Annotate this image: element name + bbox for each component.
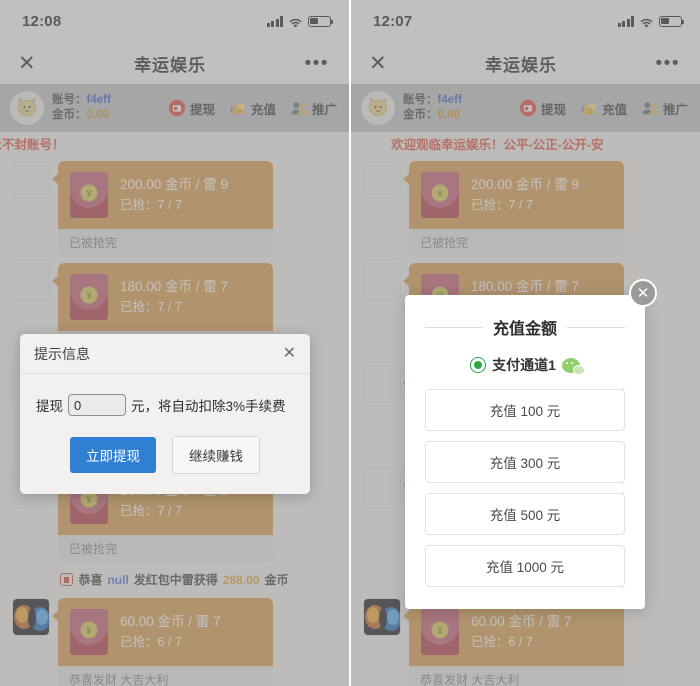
payment-channel-label: 支付通道1	[492, 357, 556, 373]
close-icon[interactable]: ✕	[283, 345, 296, 362]
withdraw-suffix-label: 元，将自动扣除3%手续费	[131, 399, 286, 414]
recharge-option-500[interactable]: 充值 500 元	[425, 493, 625, 535]
recharge-option-300[interactable]: 充值 300 元	[425, 441, 625, 483]
keep-earning-button[interactable]: 继续赚钱	[172, 436, 260, 474]
divider-right	[567, 326, 626, 328]
recharge-option-100[interactable]: 充值 100 元	[425, 389, 625, 431]
withdraw-prefix-label: 提现	[36, 399, 63, 414]
divider-left	[425, 326, 483, 328]
wechat-icon	[561, 357, 585, 375]
confirm-withdraw-button[interactable]: 立即提现	[70, 437, 156, 473]
dialog-header: 提示信息 ✕	[20, 334, 310, 374]
withdraw-amount-input[interactable]	[68, 394, 126, 416]
recharge-modal-header: 充值金额	[425, 315, 626, 339]
close-icon[interactable]: ✕	[629, 279, 657, 307]
dual-screenshot-stage: 12:08 ✕ 幸运娱乐 •••	[0, 0, 700, 686]
recharge-modal-title: 充值金额	[493, 321, 558, 338]
dialog-actions: 立即提现 继续赚钱	[20, 422, 310, 494]
dialog-body: 提现 元，将自动扣除3%手续费	[20, 374, 310, 422]
dialog-title: 提示信息	[34, 345, 90, 362]
payment-channel-option[interactable]: 支付通道1	[425, 355, 625, 375]
radio-selected-icon[interactable]	[470, 357, 487, 373]
withdraw-dialog: 提示信息 ✕ 提现 元，将自动扣除3%手续费 立即提现 继续赚钱	[20, 334, 310, 494]
phone-screenshot-left: 12:08 ✕ 幸运娱乐 •••	[0, 0, 349, 686]
phone-screenshot-right: 12:07 ✕ 幸运娱乐 •••	[351, 0, 700, 686]
recharge-option-1000[interactable]: 充值 1000 元	[425, 545, 625, 587]
recharge-modal: ✕ 充值金额 支付通道1 充值 100 元 充值 300 元 充值 500 元 …	[405, 279, 657, 609]
